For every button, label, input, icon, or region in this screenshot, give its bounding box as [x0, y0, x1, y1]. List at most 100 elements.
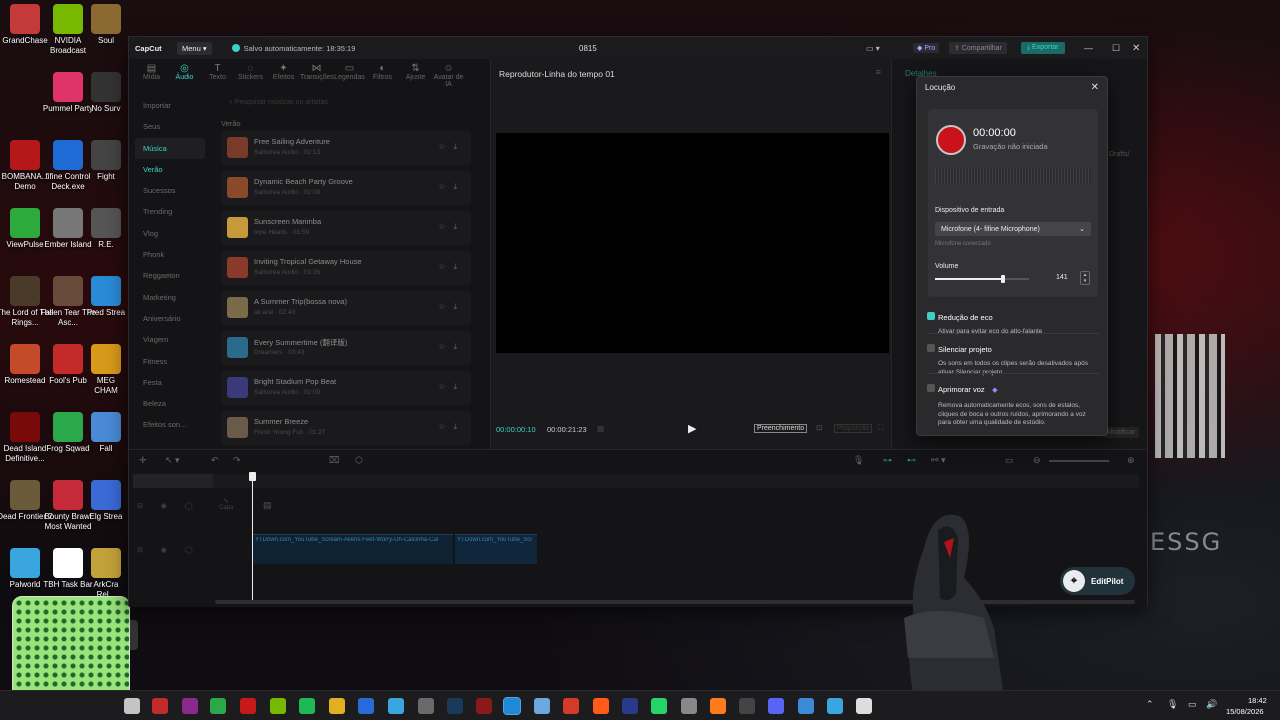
favorite-icon[interactable]: ☆	[438, 382, 453, 391]
timecode-grid-icon[interactable]: ▦	[597, 424, 604, 433]
playhead[interactable]	[249, 472, 256, 602]
maximize-button[interactable]: ☐	[1112, 43, 1120, 54]
select-tool-icon[interactable]: ✛	[139, 455, 147, 466]
microphone-icon[interactable]: 🎙	[853, 455, 864, 466]
category-item[interactable]: Efeitos son...	[135, 414, 205, 435]
tool-tab[interactable]: T Texto	[201, 59, 234, 89]
taskbar-app-icon[interactable]	[270, 698, 286, 714]
download-icon[interactable]: ⤓	[453, 422, 465, 431]
mute-checkbox[interactable]	[927, 343, 935, 352]
player-menu-icon[interactable]: ≡	[876, 67, 881, 77]
category-item[interactable]: Vlog	[135, 223, 205, 244]
desktop-icon[interactable]: Elg Strea	[86, 480, 126, 522]
download-icon[interactable]: ⤓	[453, 142, 465, 151]
music-track[interactable]: A Summer Trip(bossa nova) ali arai · 02:4…	[221, 291, 471, 325]
category-item[interactable]: Aniversário	[135, 308, 205, 329]
chain-icon[interactable]: ⚯ ▾	[931, 455, 946, 466]
record-button[interactable]	[936, 125, 966, 155]
preview-icon[interactable]: ▭	[1005, 455, 1014, 466]
taskbar-app-icon[interactable]	[534, 698, 550, 714]
tool-tab[interactable]: ☺ Avatar de IA	[432, 59, 465, 89]
music-track[interactable]: Free Sailing Adventure Sailorrea Audio · …	[221, 131, 471, 165]
category-item[interactable]: Fitness	[135, 351, 205, 372]
crop-icon[interactable]: ⊡	[816, 423, 822, 432]
tool-tab[interactable]: ◐ Filtros	[366, 59, 399, 89]
network-icon[interactable]: ▭	[1188, 699, 1197, 710]
ratio-button[interactable]: Proporção	[834, 424, 873, 433]
download-icon[interactable]: ⤓	[453, 182, 465, 191]
taskbar-app-icon[interactable]	[622, 698, 638, 714]
volume-knob[interactable]	[1000, 275, 1005, 283]
favorite-icon[interactable]: ☆	[438, 302, 453, 311]
play-button[interactable]: ▶	[688, 422, 696, 435]
tray-chevron-icon[interactable]: ⌃	[1146, 699, 1154, 710]
favorite-icon[interactable]: ☆	[438, 222, 453, 231]
taskbar-app-icon[interactable]	[124, 698, 140, 714]
taskbar-app-icon[interactable]	[739, 698, 755, 714]
volume-value[interactable]: 141	[1056, 274, 1068, 281]
taskbar-app-icon[interactable]	[299, 698, 315, 714]
taskbar-app-icon[interactable]	[593, 698, 609, 714]
editpilot-button[interactable]: ⌖ EditPilot	[1060, 567, 1135, 595]
download-icon[interactable]: ⤓	[453, 262, 465, 271]
music-track[interactable]: Inviting Tropical Getaway House Sailorrea…	[221, 251, 471, 285]
category-item[interactable]: Sucessos	[135, 180, 205, 201]
zoom-slider[interactable]	[1049, 460, 1109, 462]
timeline-clip[interactable]: YTDown.com_YouTube_Scream-Aliens-Feet-Wo…	[253, 534, 453, 564]
volume-stepper-icon[interactable]: ▴ ▾	[1080, 271, 1090, 285]
taskbar-app-icon[interactable]	[681, 698, 697, 714]
music-track[interactable]: Sunscreen Marimba Inpe Heads · 01:59 ☆⤓	[221, 211, 471, 245]
taskbar-app-icon[interactable]	[563, 698, 579, 714]
search-input[interactable]: ⌕ Pesquisar músicas ou artistas	[221, 95, 471, 111]
category-item[interactable]: Reggaeton	[135, 265, 205, 286]
taskbar-app-icon[interactable]	[827, 698, 843, 714]
favorite-icon[interactable]: ☆	[438, 422, 453, 431]
category-item[interactable]: Seus	[135, 116, 205, 137]
tool-tab[interactable]: ◎ Áudio	[168, 59, 201, 89]
download-icon[interactable]: ⤓	[453, 342, 465, 351]
split-icon[interactable]: ⌧	[329, 455, 339, 466]
download-icon[interactable]: ⤓	[453, 302, 465, 311]
taskbar-app-icon[interactable]	[388, 698, 404, 714]
music-track[interactable]: Dynamic Beach Party Groove Sailorrea Audi…	[221, 171, 471, 205]
undo-icon[interactable]: ↶	[211, 455, 219, 466]
tool-tab[interactable]: ⇅ Ajuste	[399, 59, 432, 89]
taskbar-app-icon[interactable]	[182, 698, 198, 714]
pointer-icon[interactable]: ↖ ▾	[165, 455, 180, 466]
volume-tray-icon[interactable]: 🔊	[1206, 699, 1217, 710]
category-item[interactable]: Viagem	[135, 329, 205, 350]
menu-button[interactable]: Menu ▾	[177, 41, 212, 55]
taskbar-app-icon[interactable]	[418, 698, 434, 714]
category-item[interactable]: Verão	[135, 159, 205, 180]
modify-button[interactable]: Modificar	[1103, 427, 1140, 438]
timeline-clip[interactable]: YTDown.com_YouTube_Scr	[455, 534, 537, 564]
download-icon[interactable]: ⤓	[453, 222, 465, 231]
tool-tab[interactable]: ⋈ Transições	[300, 59, 334, 89]
clock-time[interactable]: 18:42	[1248, 696, 1267, 705]
taskbar-app-icon[interactable]	[503, 697, 521, 715]
taskbar-app-icon[interactable]	[651, 698, 667, 714]
desktop-icon[interactable]: Pred Strea	[86, 276, 126, 318]
taskbar-app-icon[interactable]	[447, 698, 463, 714]
desktop-icon[interactable]: Fall	[86, 412, 126, 454]
category-item[interactable]: Música	[135, 137, 205, 159]
zoom-out-icon[interactable]: ⊖	[1033, 455, 1041, 466]
share-button[interactable]: ⇪ Compartilhar	[949, 42, 1007, 54]
echo-checkbox[interactable]	[927, 311, 935, 320]
music-track[interactable]: Bright Stadium Pop Beat Sailorrea Audio ·…	[221, 371, 471, 405]
clock-date[interactable]: 15/08/2026	[1226, 707, 1264, 716]
enhance-checkbox[interactable]	[927, 383, 935, 392]
redo-icon[interactable]: ↷	[233, 455, 241, 466]
shield-icon[interactable]: ⬡	[355, 455, 363, 466]
taskbar-app-icon[interactable]	[210, 698, 226, 714]
input-device-select[interactable]: Microfone (4- fifine Microphone) ⌄	[935, 222, 1091, 236]
category-item[interactable]: Beleza	[135, 393, 205, 414]
tool-tab[interactable]: ◌ Stickers	[234, 59, 267, 89]
tool-tab[interactable]: ▭ Legendas	[333, 59, 366, 89]
download-icon[interactable]: ⤓	[453, 382, 465, 391]
fill-button[interactable]: Preenchimento	[754, 424, 808, 433]
link-icon[interactable]: ⊶	[883, 455, 892, 466]
desktop-icon[interactable]: No Surv	[86, 72, 126, 114]
taskbar-app-icon[interactable]	[710, 698, 726, 714]
taskbar-app-icon[interactable]	[358, 698, 374, 714]
